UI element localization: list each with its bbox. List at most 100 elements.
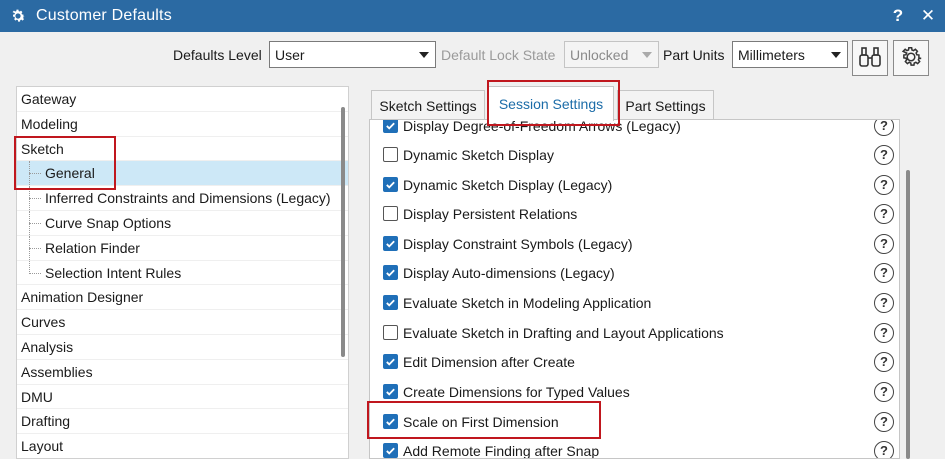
- checkbox-evaluate-sketch-drafting[interactable]: [383, 325, 398, 341]
- close-button[interactable]: ✕: [915, 3, 941, 29]
- setting-label: Evaluate Sketch in Drafting and Layout A…: [403, 324, 724, 341]
- help-icon[interactable]: ?: [874, 144, 894, 165]
- tree-item-label: Relation Finder: [45, 239, 140, 256]
- gear-icon: [8, 6, 28, 26]
- checkbox-dof-arrows[interactable]: [383, 120, 398, 134]
- setting-row: Evaluate Sketch in Drafting and Layout A…: [370, 318, 899, 348]
- help-icon[interactable]: ?: [874, 233, 894, 254]
- tree-item-general[interactable]: General: [17, 161, 348, 187]
- checkbox-scale-on-first-dimension[interactable]: [383, 414, 398, 430]
- help-icon[interactable]: ?: [874, 292, 894, 313]
- help-icon[interactable]: ?: [874, 351, 894, 372]
- tree-item-assemblies[interactable]: Assemblies: [17, 360, 348, 385]
- defaults-level-label: Defaults Level: [173, 47, 262, 63]
- help-icon[interactable]: ?: [874, 262, 894, 283]
- help-icon[interactable]: ?: [874, 203, 894, 224]
- tree-item-label: DMU: [21, 388, 53, 405]
- find-button[interactable]: [852, 40, 888, 76]
- tree-item-label: Curves: [21, 314, 66, 331]
- help-icon[interactable]: ?: [874, 174, 894, 195]
- setting-label: Scale on First Dimension: [403, 413, 559, 430]
- setting-row: Scale on First Dimension ?: [370, 407, 899, 437]
- settings-button[interactable]: [893, 40, 929, 76]
- tree-item-gateway[interactable]: Gateway: [17, 87, 348, 112]
- chevron-down-icon: [642, 52, 652, 58]
- help-button[interactable]: ?: [885, 3, 911, 29]
- setting-label: Edit Dimension after Create: [403, 353, 575, 370]
- setting-row: Dynamic Sketch Display ?: [370, 140, 899, 170]
- tree-item-label: Selection Intent Rules: [45, 264, 182, 281]
- setting-row: Dynamic Sketch Display (Legacy) ?: [370, 170, 899, 200]
- tree-guide: [29, 173, 41, 175]
- help-icon[interactable]: ?: [874, 411, 894, 432]
- settings-panel: Display Degree-of-Freedom Arrows (Legacy…: [369, 119, 900, 459]
- checkbox-display-auto-dimensions[interactable]: [383, 265, 398, 281]
- setting-label: Add Remote Finding after Snap: [403, 442, 600, 459]
- help-icon[interactable]: ?: [874, 322, 894, 343]
- checkbox-edit-dimension-after-create[interactable]: [383, 354, 398, 370]
- checkbox-dynamic-sketch-display-legacy[interactable]: [383, 177, 398, 193]
- tab-part-settings[interactable]: Part Settings: [617, 90, 714, 120]
- tree-item-analysis[interactable]: Analysis: [17, 335, 348, 360]
- chevron-down-icon: [831, 52, 841, 58]
- tree-item-label: General: [45, 165, 95, 182]
- setting-row: Edit Dimension after Create ?: [370, 347, 899, 377]
- setting-label: Display Constraint Symbols (Legacy): [403, 235, 633, 252]
- setting-label: Display Auto-dimensions (Legacy): [403, 264, 615, 281]
- tree-item-label: Analysis: [21, 338, 74, 355]
- defaults-level-select[interactable]: User: [269, 41, 436, 68]
- title-bar: Customer Defaults ? ✕: [0, 0, 945, 32]
- part-units-select[interactable]: Millimeters: [732, 41, 848, 68]
- tree-item-dmu[interactable]: DMU: [17, 385, 348, 410]
- tree-item-relation-finder[interactable]: Relation Finder: [17, 235, 348, 261]
- tree-item-label: Sketch: [21, 140, 64, 157]
- help-icon[interactable]: ?: [874, 440, 894, 458]
- defaults-level-value: User: [275, 46, 305, 63]
- tree-item-label: Gateway: [21, 91, 77, 107]
- chevron-down-icon: [419, 52, 429, 58]
- setting-label: Display Persistent Relations: [403, 205, 578, 222]
- tab-sketch-settings[interactable]: Sketch Settings: [371, 90, 485, 120]
- setting-row: Display Degree-of-Freedom Arrows (Legacy…: [370, 120, 899, 141]
- category-tree: Gateway Modeling Sketch General Inferred…: [16, 86, 349, 459]
- setting-row: Evaluate Sketch in Modeling Application …: [370, 288, 899, 318]
- setting-label: Evaluate Sketch in Modeling Application: [403, 294, 652, 311]
- tree-item-label: Drafting: [21, 413, 71, 430]
- tab-label: Sketch Settings: [379, 97, 477, 114]
- checkbox-add-remote-finding[interactable]: [383, 443, 398, 458]
- checkbox-create-dimensions-typed-values[interactable]: [383, 384, 398, 400]
- setting-row: Display Constraint Symbols (Legacy) ?: [370, 229, 899, 259]
- tree-item-layout[interactable]: Layout: [17, 434, 348, 458]
- setting-label: Create Dimensions for Typed Values: [403, 383, 630, 400]
- settings-scrollbar[interactable]: [906, 170, 910, 459]
- checkbox-evaluate-sketch-modeling[interactable]: [383, 295, 398, 311]
- tab-label: Session Settings: [498, 96, 604, 112]
- tree-item-inferred-constraints[interactable]: Inferred Constraints and Dimensions (Leg…: [17, 186, 348, 211]
- tree-scrollbar[interactable]: [341, 107, 345, 357]
- window-title: Customer Defaults: [36, 7, 172, 24]
- tree-item-selection-intent-rules[interactable]: Selection Intent Rules: [17, 260, 348, 286]
- help-icon[interactable]: ?: [874, 120, 894, 136]
- setting-row: Display Persistent Relations ?: [370, 199, 899, 229]
- setting-row: Add Remote Finding after Snap ?: [370, 436, 899, 459]
- tree-item-curves[interactable]: Curves: [17, 310, 348, 335]
- tree-item-curve-snap-options[interactable]: Curve Snap Options: [17, 210, 348, 236]
- tree-guide: [29, 272, 41, 274]
- lock-state-label: Default Lock State: [441, 47, 556, 63]
- checkbox-display-constraint-symbols[interactable]: [383, 236, 398, 252]
- tree-item-drafting[interactable]: Drafting: [17, 409, 348, 435]
- setting-row: Create Dimensions for Typed Values ?: [370, 377, 899, 407]
- tree-item-label: Modeling: [21, 115, 78, 132]
- tab-session-settings[interactable]: Session Settings: [488, 86, 614, 121]
- tree-item-modeling[interactable]: Modeling: [17, 112, 348, 137]
- tree-item-sketch[interactable]: Sketch: [17, 137, 348, 162]
- toolbar: Defaults Level User Default Lock State U…: [0, 32, 945, 80]
- tree-item-animation-designer[interactable]: Animation Designer: [17, 285, 348, 311]
- tree-item-label: Inferred Constraints and Dimensions (Leg…: [45, 190, 331, 207]
- checkbox-display-persistent-relations[interactable]: [383, 206, 398, 222]
- help-icon[interactable]: ?: [874, 381, 894, 402]
- tree-item-label: Curve Snap Options: [45, 214, 172, 231]
- checkbox-dynamic-sketch-display[interactable]: [383, 147, 398, 163]
- setting-row: Display Auto-dimensions (Legacy) ?: [370, 258, 899, 288]
- tab-label: Part Settings: [625, 97, 706, 114]
